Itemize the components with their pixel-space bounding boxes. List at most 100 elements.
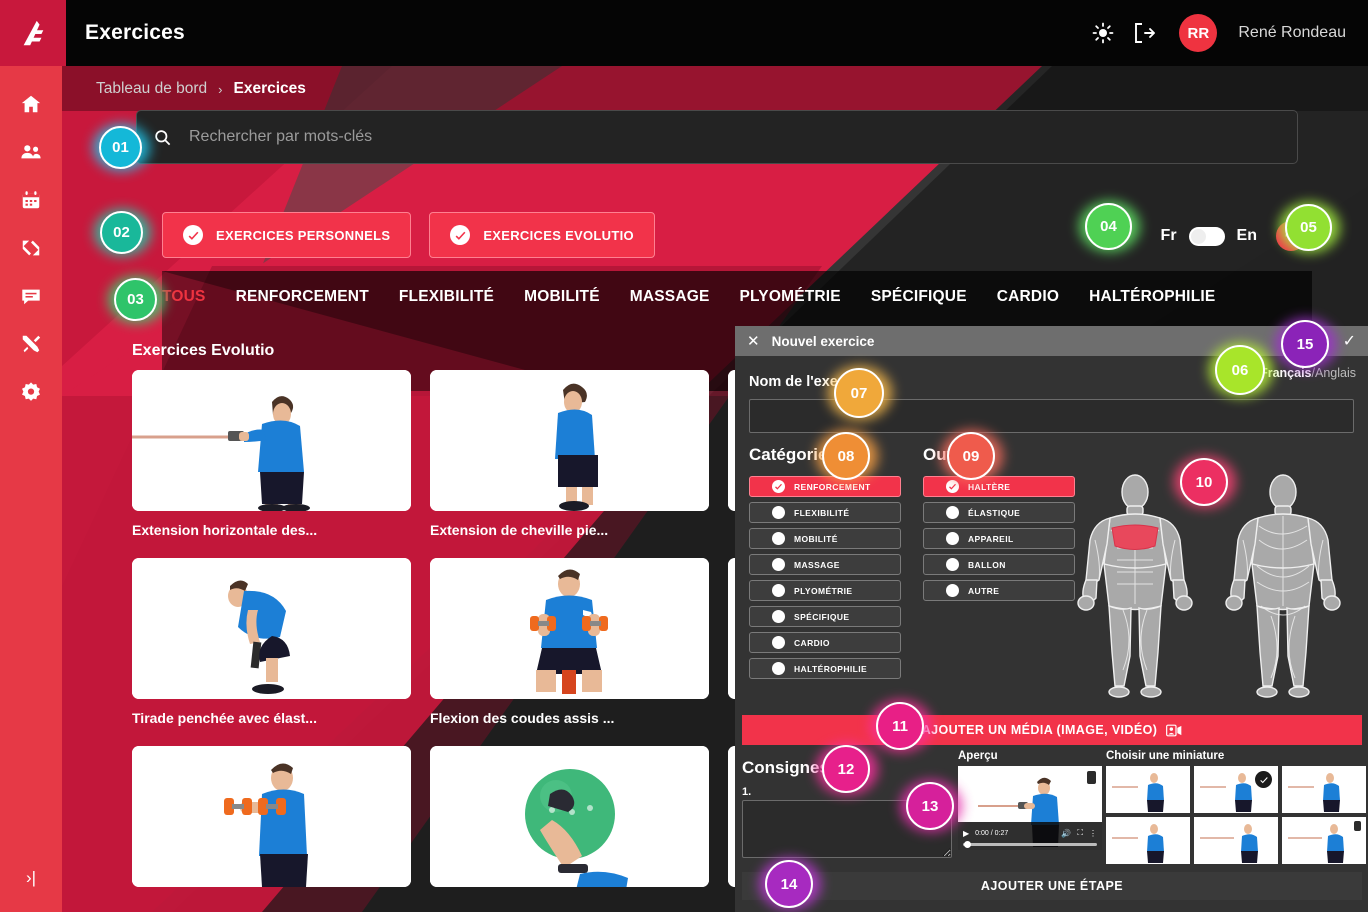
radio-icon	[772, 610, 785, 623]
app-logo[interactable]	[0, 0, 66, 66]
thumbnail-label: Choisir une miniature	[1106, 750, 1225, 762]
exercise-thumbnail	[132, 370, 411, 511]
thumbnail-picker: Choisir une miniature	[1106, 750, 1366, 864]
sidebar-item-calendar[interactable]	[0, 176, 62, 224]
video-preview[interactable]: ▶ 0:00 / 0:27 🔊 ⛶ ⋮	[958, 766, 1102, 850]
search-icon	[155, 129, 171, 145]
add-media-button[interactable]: AJOUTER UN MÉDIA (IMAGE, VIDÉO)	[742, 715, 1362, 745]
sidebar-item-patients[interactable]	[0, 128, 62, 176]
tab-massage[interactable]: MASSAGE	[630, 288, 710, 306]
tool-option-appareil[interactable]: APPAREIL	[923, 528, 1075, 549]
callout-badge-03: 03	[114, 278, 157, 321]
language-toggle[interactable]	[1188, 226, 1225, 246]
tool-option-elastique[interactable]: ÉLASTIQUE	[923, 502, 1075, 523]
tab-cardio[interactable]: CARDIO	[997, 288, 1059, 306]
preview-section: Aperçu ▶ 0:00 / 0:27 🔊 ⛶ ⋮	[958, 750, 1102, 850]
fullscreen-icon[interactable]: ⛶	[1077, 828, 1083, 838]
thumbnail-menu-icon[interactable]	[1354, 821, 1361, 831]
sidebar-item-exercises[interactable]	[0, 224, 62, 272]
thumbnail-option[interactable]	[1106, 817, 1190, 864]
exercise-card[interactable]: Flexion des coudes assis ...	[430, 558, 709, 726]
filter-exercices-personnels[interactable]: EXERCICES PERSONNELS	[162, 212, 412, 258]
video-menu-icon[interactable]	[1087, 771, 1096, 784]
man-standing-side-image	[430, 370, 709, 511]
callout-badge-12: 12	[822, 745, 870, 793]
sidebar-item-messages[interactable]	[0, 272, 62, 320]
sidebar-collapse-button[interactable]: ›|	[0, 858, 62, 898]
more-options-icon[interactable]: ⋮	[1089, 829, 1097, 838]
lang-fr-label: Fr	[1160, 227, 1177, 244]
search-bar[interactable]	[136, 110, 1298, 164]
search-input[interactable]	[189, 128, 1205, 146]
add-media-icon	[1166, 724, 1182, 736]
lang-inactive[interactable]: Anglais	[1315, 366, 1356, 380]
category-option-mobilite[interactable]: MOBILITÉ	[749, 528, 901, 549]
thumbnail-option-selected[interactable]	[1194, 766, 1278, 813]
tool-option-haltere[interactable]: HALTÈRE	[923, 476, 1075, 497]
avatar[interactable]: RR	[1179, 14, 1218, 52]
radio-icon	[772, 532, 785, 545]
callout-badge-06: 06	[1215, 345, 1265, 395]
play-icon[interactable]: ▶	[963, 829, 969, 838]
callout-badge-15: 15	[1281, 320, 1329, 368]
green-ball-legs-image	[430, 746, 709, 887]
sidebar-item-home[interactable]	[0, 80, 62, 128]
brightness-icon[interactable]	[1091, 21, 1115, 45]
sidebar-item-settings[interactable]	[0, 368, 62, 416]
tab-mobilite[interactable]: MOBILITÉ	[524, 288, 600, 306]
sidebar-item-tools[interactable]	[0, 320, 62, 368]
exercise-card[interactable]: Tirade penchée avec élast...	[132, 558, 411, 726]
chat-icon	[22, 289, 40, 305]
add-step-button[interactable]: AJOUTER UNE ÉTAPE	[742, 872, 1362, 900]
man-seated-curl-image	[430, 558, 709, 699]
tab-plyometrie[interactable]: PLYOMÉTRIE	[740, 288, 841, 306]
body-back-diagram[interactable]	[1213, 470, 1353, 700]
filter-exercices-evolutio[interactable]: EXERCICES EVOLUTIO	[429, 212, 655, 258]
category-option-renforcement[interactable]: RENFORCEMENT	[749, 476, 901, 497]
category-option-plyometrie[interactable]: PLYOMÉTRIE	[749, 580, 901, 601]
tab-renforcement[interactable]: RENFORCEMENT	[236, 288, 369, 306]
logout-icon[interactable]	[1132, 21, 1156, 45]
checked-icon	[772, 480, 785, 493]
option-label: HALTÉROPHILIE	[794, 663, 868, 674]
tab-flexibilite[interactable]: FLEXIBILITÉ	[399, 288, 494, 306]
modal-header: ✕ Nouvel exercice ✓	[735, 326, 1368, 356]
category-column: Catégorie RENFORCEMENT FLEXIBILITÉ MOBIL…	[749, 445, 901, 684]
step-number: 1.	[742, 786, 752, 798]
radio-icon	[946, 532, 959, 545]
thumbnail-option[interactable]	[1106, 766, 1190, 813]
body-front-diagram[interactable]	[1065, 470, 1205, 700]
tab-specifique[interactable]: SPÉCIFIQUE	[871, 288, 967, 306]
option-label: ÉLASTIQUE	[968, 507, 1021, 518]
option-label: MASSAGE	[794, 559, 840, 570]
exercise-card[interactable]: Extension de cheville pie...	[430, 370, 709, 538]
volume-icon[interactable]: 🔊	[1061, 829, 1071, 838]
option-label: HALTÈRE	[968, 481, 1011, 492]
exercise-card[interactable]: Extension horizontale des...	[132, 370, 411, 538]
check-icon[interactable]: ✓	[1343, 331, 1356, 351]
category-option-specifique[interactable]: SPÉCIFIQUE	[749, 606, 901, 627]
thumbnail-option[interactable]	[1282, 817, 1366, 864]
radio-icon	[946, 584, 959, 597]
thumbnail-option[interactable]	[1194, 817, 1278, 864]
exercise-thumbnail	[430, 558, 709, 699]
thumbnail-option[interactable]	[1282, 766, 1366, 813]
radio-icon	[946, 558, 959, 571]
radio-icon	[772, 662, 785, 675]
category-option-cardio[interactable]: CARDIO	[749, 632, 901, 653]
video-progress-bar[interactable]	[963, 840, 1097, 848]
callout-badge-07: 07	[834, 368, 884, 418]
exercise-card[interactable]	[132, 746, 411, 898]
category-option-flexibilite[interactable]: FLEXIBILITÉ	[749, 502, 901, 523]
tab-halterophilie[interactable]: HALTÉROPHILIE	[1089, 288, 1215, 306]
category-option-massage[interactable]: MASSAGE	[749, 554, 901, 575]
home-icon	[21, 95, 41, 113]
exercise-card[interactable]	[430, 746, 709, 898]
tool-option-ballon[interactable]: BALLON	[923, 554, 1075, 575]
breadcrumb-root[interactable]: Tableau de bord	[96, 80, 207, 98]
breadcrumb: Tableau de bord › Exercices	[96, 80, 306, 98]
tab-tous[interactable]: TOUS	[162, 288, 206, 306]
close-icon[interactable]: ✕	[747, 332, 760, 350]
tool-option-autre[interactable]: AUTRE	[923, 580, 1075, 601]
category-option-halterophilie[interactable]: HALTÉROPHILIE	[749, 658, 901, 679]
